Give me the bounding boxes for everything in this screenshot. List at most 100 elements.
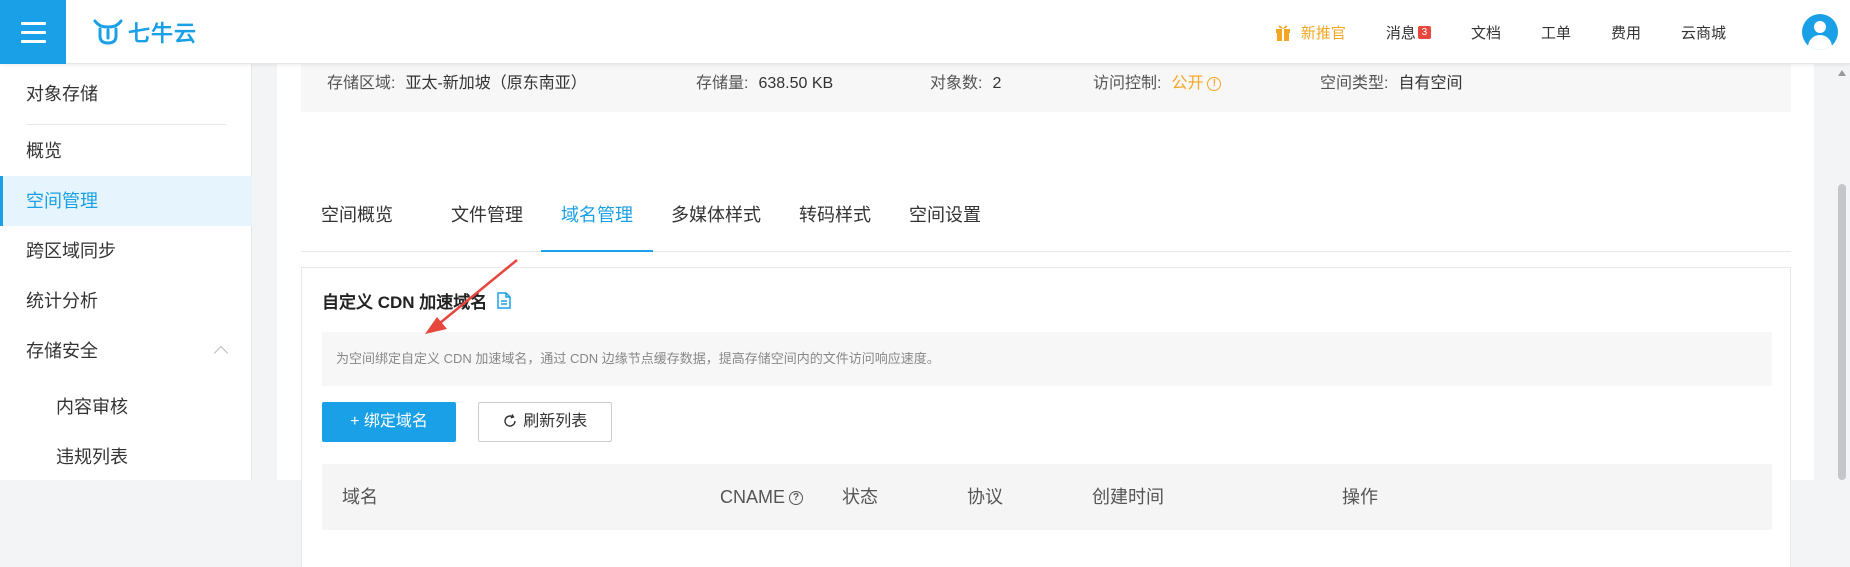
sidebar-item-storage-security[interactable]: 存储安全 (0, 326, 252, 376)
warning-icon[interactable]: ! (1207, 76, 1222, 91)
refresh-icon (504, 414, 516, 427)
column-header-status: 状态 (842, 464, 878, 530)
column-header-protocol: 协议 (967, 464, 1003, 530)
sidebar-item-content-review[interactable]: 内容审核 (0, 382, 252, 432)
info-value: 自有空间 (1398, 75, 1463, 92)
nav-tickets[interactable]: 工单 (1541, 22, 1571, 43)
tab-label: 空间概览 (321, 205, 393, 225)
column-header-actions: 操作 (1342, 464, 1378, 530)
info-label: 存储区域: (327, 75, 396, 92)
info-label: 访问控制: (1093, 75, 1162, 92)
column-label: 创建时间 (1092, 487, 1164, 507)
tab-media-styles[interactable]: 多媒体样式 (651, 198, 781, 256)
info-label: 存储量: (696, 75, 749, 92)
tab-domain-management[interactable]: 域名管理 (541, 198, 653, 252)
column-header-created: 创建时间 (1092, 464, 1164, 530)
sidebar-item-label: 内容审核 (56, 397, 128, 417)
top-nav: 新推官 消息 3 文档 工单 费用 云商城 (1235, 0, 1850, 64)
info-objects: 对象数: 2 (930, 64, 1001, 104)
logo-text: 七牛云 (128, 21, 198, 46)
nav-promo[interactable]: 新推官 (1275, 22, 1346, 43)
nav-billing[interactable]: 费用 (1611, 22, 1641, 43)
avatar-head (1814, 21, 1826, 33)
nav-messages[interactable]: 消息 3 (1386, 22, 1431, 43)
help-icon[interactable]: ? (789, 491, 804, 506)
button-label: + 绑定域名 (350, 413, 428, 430)
menu-line (21, 31, 46, 34)
sidebar-item-statistics[interactable]: 统计分析 (0, 276, 252, 326)
nav-marketplace-label: 云商城 (1680, 24, 1726, 42)
cdn-domain-panel: 自定义 CDN 加速域名 为空间绑定自定义 CDN 加速域名，通过 CDN 边缘… (301, 267, 1791, 567)
user-avatar[interactable] (1802, 14, 1838, 50)
tab-transcode-styles[interactable]: 转码样式 (779, 198, 891, 256)
info-value: 638.50 KB (758, 75, 834, 92)
nav-marketplace[interactable]: 云商城 (1681, 22, 1726, 43)
sidebar: 对象存储 概览 空间管理 跨区域同步 统计分析 存储安全 内容审核 违规列表 (0, 64, 252, 480)
info-value: 亚太-新加坡（原东南亚） (405, 75, 587, 92)
scrollbar-thumb[interactable] (1838, 184, 1846, 480)
tab-file-management[interactable]: 文件管理 (431, 198, 543, 256)
info-label: 对象数: (930, 75, 983, 92)
logo[interactable]: 七牛云 (92, 16, 197, 48)
menu-line (21, 22, 46, 25)
sidebar-item-object-storage[interactable]: 对象存储 (0, 69, 252, 119)
sidebar-item-label: 跨区域同步 (26, 241, 116, 261)
hamburger-menu-button[interactable] (0, 0, 66, 64)
top-bar: 七牛云 新推官 消息 3 文档 工单 费用 云商城 (0, 0, 1850, 64)
sidebar-item-label: 概览 (26, 141, 62, 161)
column-label: CNAME (720, 487, 786, 507)
panel-title-text: 自定义 CDN 加速域名 (322, 293, 488, 312)
refresh-list-button[interactable]: 刷新列表 (478, 402, 612, 442)
tab-label: 转码样式 (799, 205, 871, 225)
column-label: 域名 (342, 487, 378, 507)
nav-messages-label: 消息 (1385, 24, 1416, 42)
column-header-cname: CNAME? (720, 464, 804, 530)
column-label: 状态 (842, 487, 878, 507)
sidebar-item-label: 违规列表 (56, 447, 128, 467)
info-storage: 存储量: 638.50 KB (696, 64, 833, 104)
sidebar-item-cross-region-sync[interactable]: 跨区域同步 (0, 226, 252, 276)
info-access: 访问控制: 公开! (1093, 64, 1222, 104)
message-count-badge: 3 (1417, 25, 1431, 39)
document-icon[interactable] (497, 292, 512, 309)
tip-text: 为空间绑定自定义 CDN 加速域名，通过 CDN 边缘节点缓存数据，提高存储空间… (336, 351, 940, 366)
nav-promo-label: 新推官 (1300, 24, 1346, 42)
button-label: 刷新列表 (523, 413, 588, 430)
sidebar-item-label: 空间管理 (26, 191, 98, 211)
tab-label: 空间设置 (909, 205, 981, 225)
tab-label: 域名管理 (561, 205, 633, 225)
main-content: 存储区域: 亚太-新加坡（原东南亚） 存储量: 638.50 KB 对象数: 2 访问… (277, 64, 1814, 567)
sidebar-item-overview[interactable]: 概览 (0, 126, 252, 176)
bind-domain-button[interactable]: + 绑定域名 (322, 402, 456, 442)
column-header-domain: 域名 (342, 464, 378, 530)
scrollbar[interactable] (1832, 64, 1850, 480)
tab-bar: 空间概览 文件管理 域名管理 多媒体样式 转码样式 空间设置 (301, 186, 1791, 252)
column-label: 操作 (1342, 487, 1378, 507)
nav-billing-label: 费用 (1610, 24, 1641, 42)
info-region: 存储区域: 亚太-新加坡（原东南亚） (327, 64, 587, 104)
domain-table-header: 域名 CNAME? 状态 协议 创建时间 操作 (322, 464, 1772, 530)
info-label: 空间类型: (1320, 75, 1389, 92)
sidebar-item-label: 对象存储 (26, 84, 98, 104)
sidebar-divider (26, 124, 226, 125)
info-bucket-type: 空间类型: 自有空间 (1320, 64, 1462, 104)
tab-bucket-overview[interactable]: 空间概览 (301, 198, 413, 256)
gift-icon (1275, 25, 1290, 41)
panel-title: 自定义 CDN 加速域名 (322, 288, 512, 313)
nav-docs[interactable]: 文档 (1471, 22, 1501, 43)
tab-bucket-settings[interactable]: 空间设置 (889, 198, 1001, 256)
sidebar-item-violation-list[interactable]: 违规列表 (0, 432, 252, 482)
chevron-up-icon (213, 345, 229, 361)
info-value: 2 (992, 75, 1002, 92)
avatar-body (1808, 35, 1832, 50)
qiniu-logo-icon (93, 19, 123, 45)
tab-label: 文件管理 (451, 205, 523, 225)
sidebar-item-label: 存储安全 (26, 341, 98, 361)
sidebar-item-bucket-management[interactable]: 空间管理 (0, 176, 252, 226)
menu-line (21, 40, 46, 43)
info-value: 公开 (1171, 75, 1204, 92)
scroll-up-arrow-icon[interactable] (1838, 70, 1846, 76)
info-tip: 为空间绑定自定义 CDN 加速域名，通过 CDN 边缘节点缓存数据，提高存储空间… (322, 332, 1772, 386)
sidebar-item-label: 统计分析 (26, 291, 98, 311)
nav-tickets-label: 工单 (1540, 24, 1571, 42)
